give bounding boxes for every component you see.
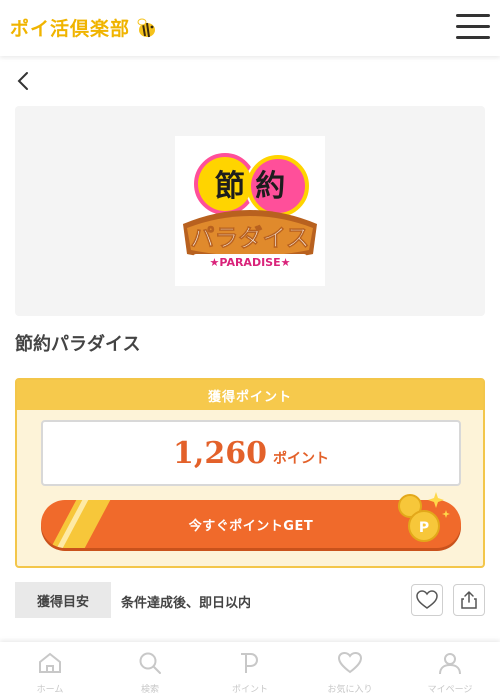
nav-label: ポイント <box>231 685 268 695</box>
offer-logo-line2: パラダイス <box>190 224 309 252</box>
share-button[interactable] <box>453 584 485 616</box>
offer-logo-graphic: 節 約 パラダイス ★PARADISE★ <box>183 151 317 270</box>
estimate-badge: 獲得目安 <box>15 582 111 618</box>
points-unit: ポイント <box>272 451 329 467</box>
offer-logo-line1: 節 約 <box>215 169 285 204</box>
bee-icon <box>137 18 156 37</box>
offer-logo-line3: ★PARADISE★ <box>210 256 291 269</box>
hamburger-menu-icon[interactable] <box>456 14 490 42</box>
points-box: 1,260 ポイント <box>41 420 461 486</box>
logo-text: ポイ活倶楽部 <box>10 18 131 40</box>
app-header: ポイ活倶楽部 <box>0 0 500 56</box>
nav-label: 検索 <box>140 685 159 695</box>
points-card-header: 獲得ポイント <box>17 380 483 410</box>
estimate-text: 条件達成後、即日以内 <box>121 596 252 611</box>
heart-icon <box>337 651 363 674</box>
nav-label: ホーム <box>36 685 64 695</box>
coins-icon: P <box>398 492 450 542</box>
nav-home[interactable]: ホーム <box>0 642 100 700</box>
offer-logo-image: 節 約 パラダイス ★PARADISE★ <box>175 136 325 286</box>
nav-point[interactable]: ポイント <box>200 642 300 700</box>
chevron-left-icon[interactable] <box>14 70 34 92</box>
offer-title: 節約パラダイス <box>15 334 141 355</box>
offer-image-area: 節 約 パラダイス ★PARADISE★ <box>15 106 485 316</box>
nav-mypage[interactable]: マイページ <box>400 642 500 700</box>
search-icon <box>139 652 161 674</box>
user-icon <box>439 653 461 675</box>
bottom-nav: ホーム 検索 ポイント お気に入り マイページ <box>0 642 500 700</box>
points-value: 1,260 <box>173 435 267 471</box>
points-card: 獲得ポイント 1,260 ポイント 今すぐポイントGET P <box>15 378 485 568</box>
nav-search[interactable]: 検索 <box>100 642 200 700</box>
site-logo[interactable]: ポイ活倶楽部 <box>10 14 158 41</box>
get-points-label: 今すぐポイントGET <box>188 518 314 534</box>
home-icon <box>39 652 61 673</box>
share-icon <box>461 590 477 609</box>
nav-label: お気に入り <box>327 685 373 695</box>
heart-icon <box>416 590 438 609</box>
nav-favorites[interactable]: お気に入り <box>300 642 400 700</box>
point-icon <box>241 653 258 673</box>
favorite-button[interactable] <box>411 584 443 616</box>
svg-text:P: P <box>419 520 429 536</box>
nav-label: マイページ <box>427 685 473 695</box>
